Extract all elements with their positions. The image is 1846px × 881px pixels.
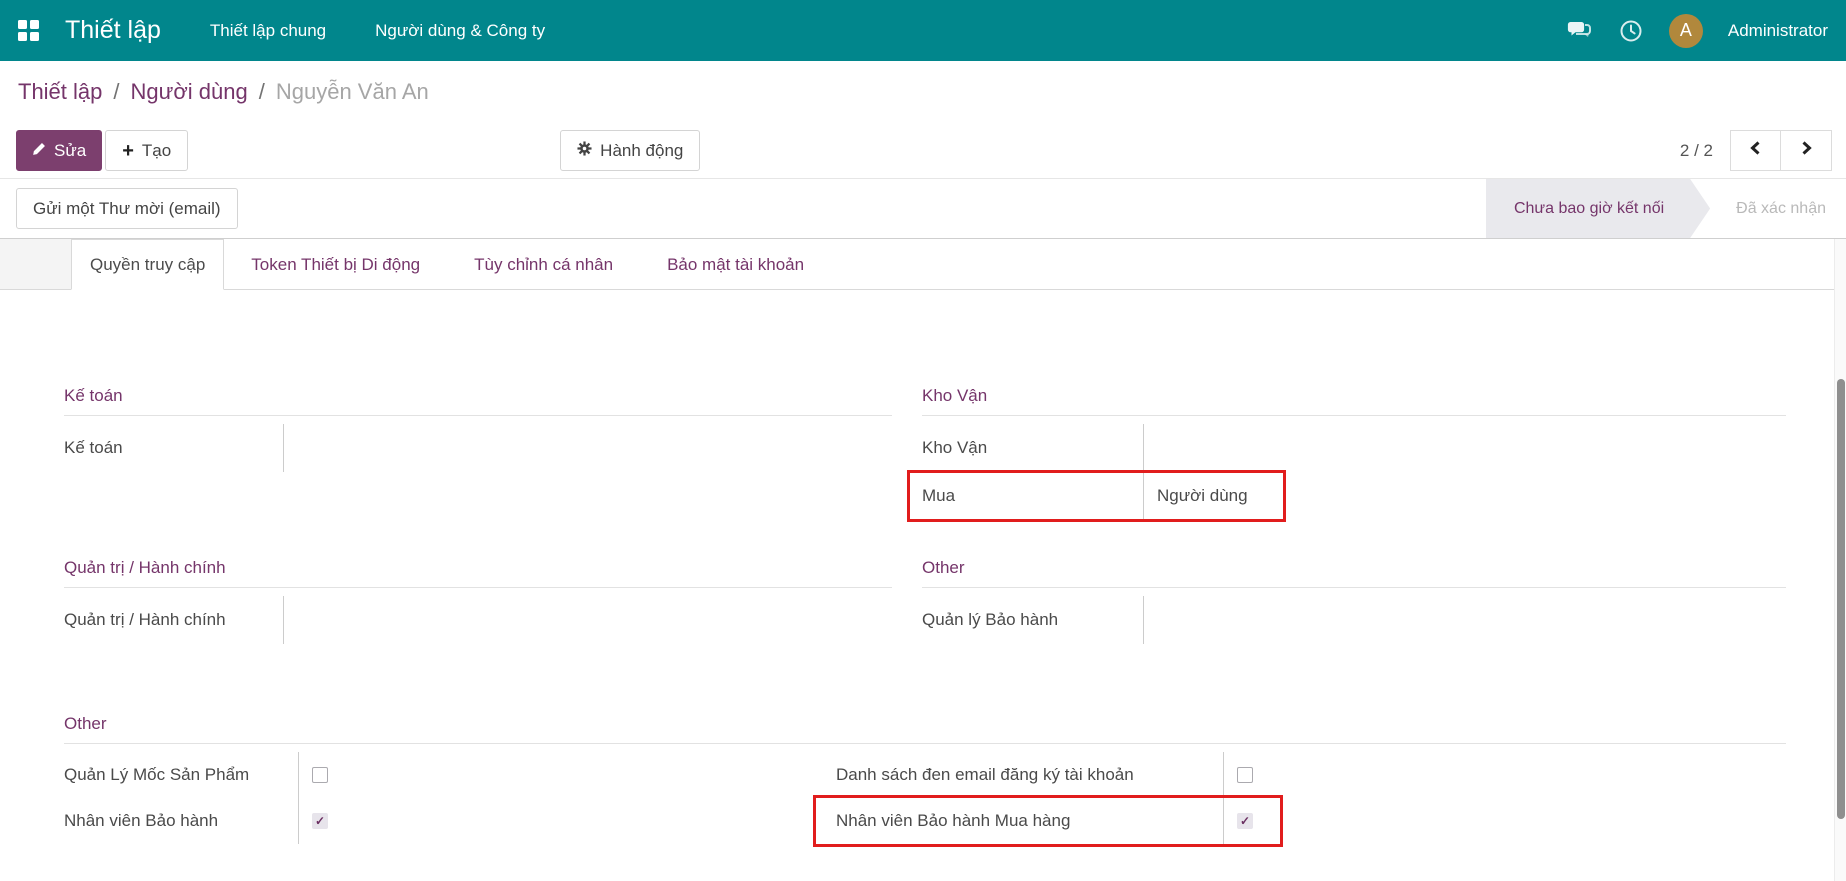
breadcrumb-current-record: Nguyễn Văn An (276, 79, 429, 105)
pager-previous-button[interactable] (1730, 130, 1781, 171)
breadcrumb: Thiết lập / Người dùng / Nguyễn Văn An (0, 61, 1846, 123)
tab-access-rights[interactable]: Quyền truy cập (71, 239, 224, 290)
field-row-administration: Quản trị / Hành chính (64, 596, 892, 644)
field-separator (283, 596, 284, 644)
chevron-right-icon (1798, 140, 1814, 161)
action-button[interactable]: Hành động (560, 130, 700, 171)
apps-menu-icon[interactable] (18, 20, 39, 41)
field-label: Nhân viên Bảo hành (64, 811, 298, 831)
top-navbar: Thiết lập Thiết lập chung Người dùng & C… (0, 0, 1846, 61)
field-separator (1143, 596, 1144, 644)
pencil-icon (32, 141, 46, 161)
form-statusbar-row: Gửi một Thư mời (email) Chưa bao giờ kết… (0, 179, 1846, 239)
status-step-never-connected[interactable]: Chưa bao giờ kết nối (1486, 179, 1710, 238)
group-title: Kho Vận (922, 382, 1786, 416)
product-milestone-checkbox[interactable] (312, 767, 328, 783)
gear-icon (577, 141, 592, 161)
group-other-bottom: Other Quản Lý Mốc Sản Phẩm Nhân viên Bảo… (64, 710, 1786, 844)
field-separator (283, 424, 284, 472)
user-avatar[interactable]: A (1669, 14, 1703, 48)
breadcrumb-users[interactable]: Người dùng (131, 79, 248, 105)
messages-icon[interactable] (1567, 18, 1593, 44)
group-title: Kế toán (64, 382, 892, 416)
field-separator (1223, 798, 1224, 844)
pager-next-button[interactable] (1781, 130, 1832, 171)
field-row-purchase-warranty-staff: Nhân viên Bảo hành Mua hàng (836, 798, 1783, 844)
menu-item-general-settings[interactable]: Thiết lập chung (210, 21, 326, 41)
breadcrumb-settings[interactable]: Thiết lập (18, 79, 102, 105)
field-value-purchase-role: Người dùng (1144, 486, 1248, 506)
field-row-product-milestone: Quản Lý Mốc Sản Phẩm (64, 752, 810, 798)
plus-icon: + (122, 141, 134, 161)
field-label: Mua (922, 486, 1143, 506)
app-title[interactable]: Thiết lập (65, 16, 161, 45)
group-inventory: Kho Vận Kho Vận Mua Người dùng (922, 382, 1786, 520)
field-row-warranty-staff: Nhân viên Bảo hành (64, 798, 810, 844)
field-row-accounting: Kế toán (64, 424, 892, 472)
field-label: Danh sách đen email đăng ký tài khoản (836, 765, 1223, 785)
control-panel: Sửa + Tạo Hành động 2 / 2 (0, 123, 1846, 179)
field-separator (298, 798, 299, 844)
group-title: Other (922, 554, 1786, 588)
field-label: Kho Vận (922, 438, 1143, 458)
group-administration: Quản trị / Hành chính Quản trị / Hành ch… (64, 554, 892, 644)
field-label: Kế toán (64, 438, 283, 458)
notebook-tabs: Quyền truy cập Token Thiết bị Di động Tù… (0, 239, 1846, 290)
email-blacklist-checkbox[interactable] (1237, 767, 1253, 783)
status-step-confirmed[interactable]: Đã xác nhận (1710, 179, 1846, 238)
form-sheet: Kế toán Kế toán Kho Vận Kho Vận Mua Ngườ… (0, 290, 1846, 844)
send-invitation-button[interactable]: Gửi một Thư mời (email) (16, 188, 238, 229)
vertical-scrollbar[interactable] (1834, 239, 1846, 881)
group-other-right: Other Quản lý Bảo hành (922, 554, 1786, 644)
purchase-warranty-staff-checkbox[interactable] (1237, 813, 1253, 829)
field-row-warranty-manager: Quản lý Bảo hành (922, 596, 1786, 644)
tabs-left-gutter (0, 239, 71, 290)
field-label: Quản lý Bảo hành (922, 610, 1143, 630)
edit-button[interactable]: Sửa (16, 130, 102, 171)
warranty-staff-checkbox[interactable] (312, 813, 328, 829)
user-name[interactable]: Administrator (1728, 21, 1828, 41)
field-separator (298, 752, 299, 798)
field-label: Quản Lý Mốc Sản Phẩm (64, 765, 298, 785)
breadcrumb-separator: / (259, 79, 265, 105)
group-title: Quản trị / Hành chính (64, 554, 892, 588)
breadcrumb-separator: / (113, 79, 119, 105)
chevron-left-icon (1748, 140, 1764, 161)
field-row-purchase: Mua Người dùng (922, 472, 1786, 520)
create-button[interactable]: + Tạo (105, 130, 188, 171)
menu-item-users-companies[interactable]: Người dùng & Công ty (375, 21, 545, 41)
field-separator (1223, 752, 1224, 798)
tab-mobile-device-token[interactable]: Token Thiết bị Di động (224, 239, 447, 290)
tab-preferences[interactable]: Tùy chỉnh cá nhân (447, 239, 640, 290)
checkbox-column-left: Quản Lý Mốc Sản Phẩm Nhân viên Bảo hành (64, 752, 810, 844)
scrollbar-thumb[interactable] (1837, 379, 1845, 819)
checkbox-column-right: Danh sách đen email đăng ký tài khoản Nh… (836, 752, 1783, 844)
field-label: Nhân viên Bảo hành Mua hàng (836, 811, 1223, 831)
field-row-email-blacklist: Danh sách đen email đăng ký tài khoản (836, 752, 1783, 798)
group-title: Other (64, 710, 1786, 744)
pager-count: 2 / 2 (1680, 141, 1713, 161)
statusbar: Chưa bao giờ kết nối Đã xác nhận (1486, 179, 1846, 238)
field-separator (1143, 424, 1144, 472)
field-label: Quản trị / Hành chính (64, 610, 283, 630)
group-accounting: Kế toán Kế toán (64, 382, 892, 472)
field-row-inventory: Kho Vận (922, 424, 1786, 472)
activity-clock-icon[interactable] (1618, 18, 1644, 44)
tab-account-security[interactable]: Bảo mật tài khoản (640, 239, 831, 290)
